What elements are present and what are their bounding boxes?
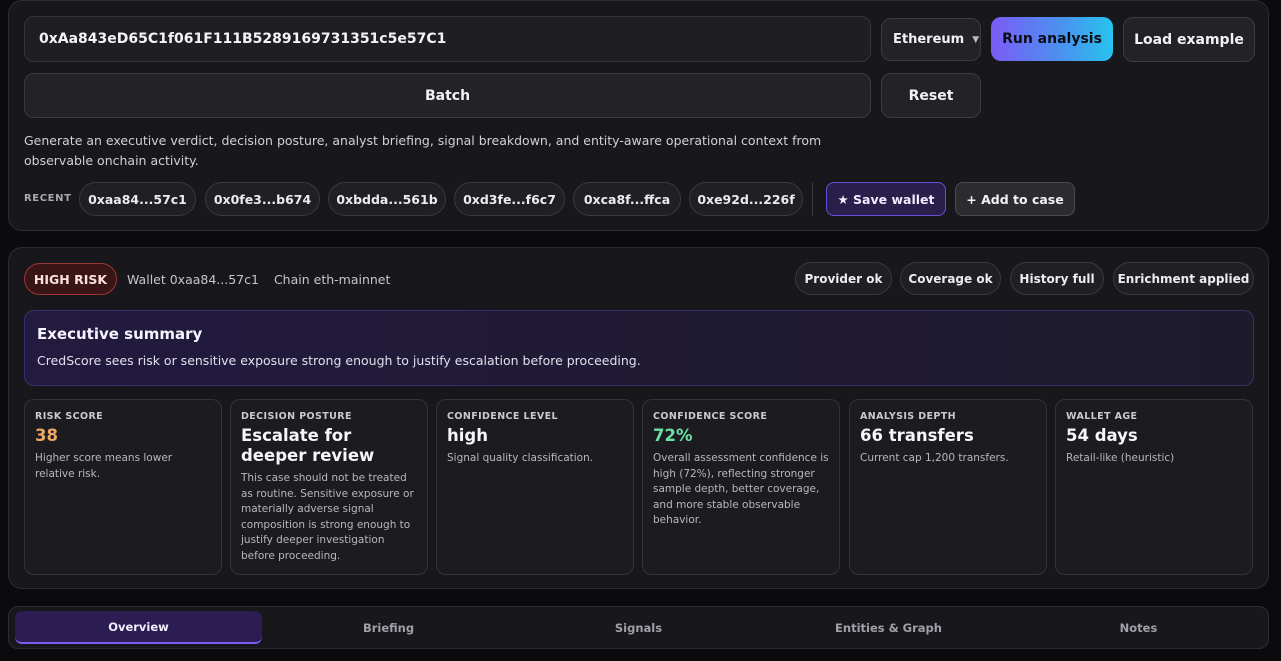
chain-select-value: Ethereum	[893, 32, 965, 47]
add-to-case-button[interactable]: + Add to case	[955, 182, 1075, 216]
metric-card-decision-posture: DECISION POSTURE Escalate for deeper rev…	[230, 399, 428, 575]
recent-wallet-chip[interactable]: 0xd3fe...f6c7	[454, 182, 565, 216]
metric-card-confidence-score: CONFIDENCE SCORE 72% Overall assessment …	[642, 399, 840, 575]
recent-label: RECENT	[24, 193, 72, 204]
tab-entities-graph[interactable]: Entities & Graph	[765, 611, 1012, 644]
wallet-meta: Wallet 0xaa84...57c1 Chain eth-mainnet	[127, 272, 390, 287]
executive-summary-title: Executive summary	[37, 325, 203, 343]
metric-card-risk-score: RISK SCORE 38 Higher score means lower r…	[24, 399, 222, 575]
metric-label: CONFIDENCE LEVEL	[447, 411, 558, 422]
divider	[812, 182, 813, 216]
analysis-input-panel: Ethereum ▼ Run analysis Load example Bat…	[8, 0, 1269, 231]
load-example-button[interactable]: Load example	[1123, 17, 1255, 62]
metric-value: high	[447, 426, 488, 445]
save-wallet-button[interactable]: ★ Save wallet	[826, 182, 946, 216]
metric-value: 66 transfers	[860, 426, 974, 445]
metric-description: Current cap 1,200 transfers.	[860, 452, 1009, 464]
metric-description: Overall assessment confidence is high (7…	[653, 452, 829, 526]
metric-value: Escalate for deeper review	[241, 426, 375, 465]
status-badge-history: History full	[1010, 262, 1104, 295]
risk-badge: HIGH RISK	[24, 263, 117, 295]
recent-wallet-chip[interactable]: 0xaa84...57c1	[79, 182, 196, 216]
tab-notes[interactable]: Notes	[1015, 611, 1262, 644]
result-panel: HIGH RISK Wallet 0xaa84...57c1 Chain eth…	[8, 247, 1269, 589]
metric-label: RISK SCORE	[35, 411, 104, 422]
metric-description: Higher score means lower relative risk.	[35, 452, 173, 480]
recent-wallet-chip[interactable]: 0x0fe3...b674	[205, 182, 320, 216]
tab-overview[interactable]: Overview	[15, 611, 262, 644]
metric-value: 72%	[653, 426, 693, 445]
metric-description: This case should not be treated as routi…	[241, 472, 414, 562]
executive-summary-text: CredScore sees risk or sensitive exposur…	[37, 353, 641, 368]
tab-briefing[interactable]: Briefing	[265, 611, 512, 644]
metric-description: Signal quality classification.	[447, 452, 594, 464]
recent-wallet-chip[interactable]: 0xbdda...561b	[328, 182, 446, 216]
tab-signals[interactable]: Signals	[515, 611, 762, 644]
metric-label: WALLET AGE	[1066, 411, 1138, 422]
batch-button[interactable]: Batch	[24, 73, 871, 118]
page-description: Generate an executive verdict, decision …	[24, 133, 822, 168]
wallet-address-input[interactable]	[24, 16, 871, 62]
metric-card-analysis-depth: ANALYSIS DEPTH 66 transfers Current cap …	[849, 399, 1047, 575]
metric-value: 54 days	[1066, 426, 1138, 445]
metric-label: ANALYSIS DEPTH	[860, 411, 957, 422]
status-badge-coverage: Coverage ok	[900, 262, 1001, 295]
status-badge-provider: Provider ok	[795, 262, 892, 295]
wallet-address-label: Wallet 0xaa84...57c1	[127, 272, 259, 287]
metric-description: Retail-like (heuristic)	[1066, 452, 1175, 464]
chain-label: Chain eth-mainnet	[273, 272, 391, 287]
recent-wallet-chip[interactable]: 0xca8f...ffca	[573, 182, 681, 216]
status-badge-enrichment: Enrichment applied	[1113, 262, 1254, 295]
chevron-down-icon: ▼	[972, 34, 980, 45]
metric-label: CONFIDENCE SCORE	[653, 411, 768, 422]
metric-card-confidence-level: CONFIDENCE LEVEL high Signal quality cla…	[436, 399, 634, 575]
tab-bar: Overview Briefing Signals Entities & Gra…	[8, 606, 1269, 649]
executive-summary-card: Executive summary CredScore sees risk or…	[24, 310, 1254, 386]
metric-label: DECISION POSTURE	[241, 411, 352, 422]
chain-select[interactable]: Ethereum ▼	[881, 18, 981, 61]
recent-wallet-chip[interactable]: 0xe92d...226f	[689, 182, 803, 216]
run-analysis-button[interactable]: Run analysis	[991, 17, 1113, 61]
reset-button[interactable]: Reset	[881, 73, 981, 118]
metric-card-wallet-age: WALLET AGE 54 days Retail-like (heuristi…	[1055, 399, 1253, 575]
metric-value: 38	[35, 426, 58, 445]
